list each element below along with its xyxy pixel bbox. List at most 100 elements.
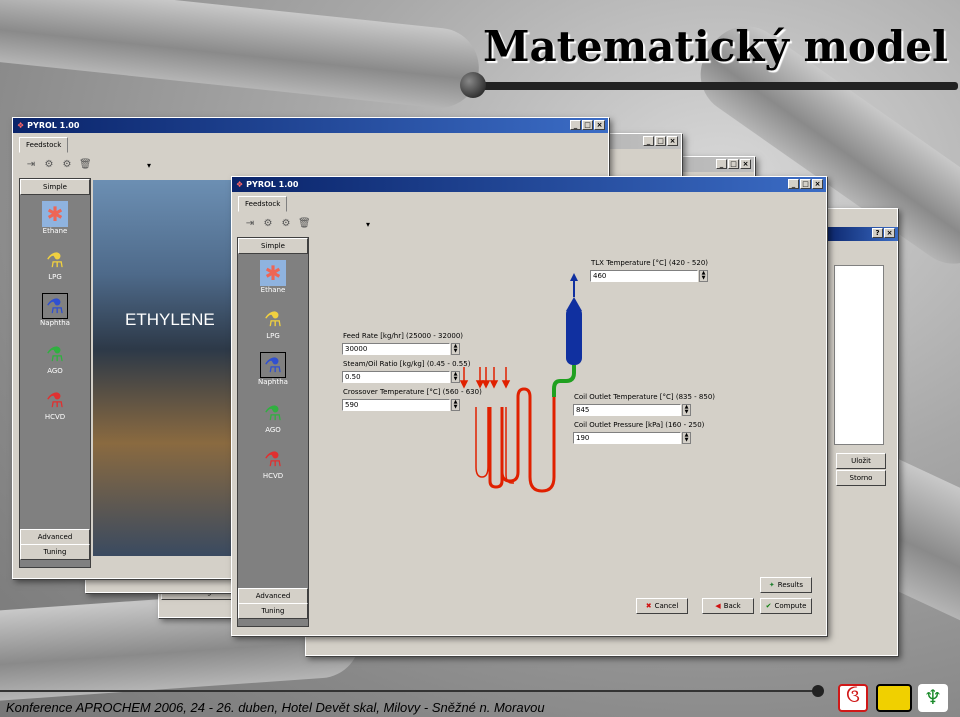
- cancel-icon: ✖: [645, 602, 652, 610]
- maximize-button[interactable]: □: [800, 179, 811, 189]
- maximize-button[interactable]: □: [655, 136, 666, 146]
- sidebar-tuning[interactable]: Tuning: [20, 544, 90, 560]
- main-window: ❖ PYROL 1.00 _ □ × Feedstock ⇥ ⚙ ⚙ 🗑 ▾ S…: [231, 176, 827, 636]
- feed-ago[interactable]: ⚗ AGO: [20, 341, 90, 375]
- sidebar: Simple ✱ Ethane ⚗ LPG ⚗ Naphtha ⚗ AGO ⚗ HCVD …: [19, 178, 91, 568]
- minimize-button[interactable]: _: [570, 120, 581, 130]
- crossover-input[interactable]: 590: [342, 399, 450, 411]
- close-button[interactable]: ×: [812, 179, 823, 189]
- minimize-button[interactable]: _: [788, 179, 799, 189]
- checkmark-icon: ✔: [765, 602, 772, 610]
- flask-blue-icon: ⚗: [260, 352, 286, 378]
- maximize-button[interactable]: □: [582, 120, 593, 130]
- flask-blue-icon: ⚗: [42, 293, 68, 319]
- steam-oil-label: Steam/Oil Ratio [kg/kg] (0.45 - 0.55): [343, 360, 471, 368]
- minimize-button[interactable]: _: [643, 136, 654, 146]
- compute-button[interactable]: ✔ Compute: [760, 598, 812, 614]
- paste-icon[interactable]: ⚙: [280, 218, 292, 230]
- slide-title: Matematický model: [482, 22, 948, 71]
- feed-hcvd[interactable]: ⚗ HCVD: [238, 446, 308, 480]
- footer-rule-knob: [812, 685, 824, 697]
- feed-ethane[interactable]: ✱ Ethane: [20, 201, 90, 235]
- app-logo-icon: ❖: [17, 121, 25, 130]
- title-bar: ❖ PYROL 1.00 _ □ ×: [13, 118, 608, 133]
- tlx-exchanger-icon: [566, 297, 582, 365]
- cancel-button[interactable]: ✖ Cancel: [636, 598, 688, 614]
- flask-red-icon: ⚗: [264, 447, 282, 471]
- toolbar-dropdown-arrow[interactable]: ▾: [366, 220, 370, 229]
- maximize-button[interactable]: □: [728, 159, 739, 169]
- feed-ago[interactable]: ⚗ AGO: [238, 400, 308, 434]
- sidebar-advanced[interactable]: Advanced: [20, 529, 90, 545]
- paste-icon[interactable]: ⚙: [61, 159, 73, 171]
- back-arrow-icon: ◀: [715, 602, 721, 610]
- toolbar: ⇥ ⚙ ⚙ 🗑 ▾: [232, 214, 826, 234]
- tlx-spinner[interactable]: ▲ ▼: [699, 270, 708, 282]
- title-rule: [480, 82, 958, 90]
- feed-rate-label: Feed Rate [kg/hr] (25000 - 32000): [343, 332, 464, 340]
- delete-icon[interactable]: 🗑: [298, 218, 311, 230]
- toolbar: ⇥ ⚙ ⚙ 🗑 ▾: [13, 155, 608, 175]
- ethylene-banner: ETHYLENE: [125, 310, 215, 329]
- flask-yellow-icon: ⚗: [264, 307, 282, 331]
- copy-icon[interactable]: ⚙: [262, 218, 274, 230]
- back-button[interactable]: ◀ Back: [702, 598, 754, 614]
- tab-feedstock[interactable]: Feedstock: [238, 196, 288, 212]
- help-button[interactable]: ?: [872, 228, 883, 238]
- close-button[interactable]: ×: [594, 120, 605, 130]
- ethane-molecule-icon: ✱: [260, 260, 286, 286]
- minimize-button[interactable]: _: [716, 159, 727, 169]
- window-title: PYROL 1.00: [27, 121, 80, 130]
- yellow-company-logo: [876, 684, 912, 712]
- ethane-molecule-icon: ✱: [42, 201, 68, 227]
- green-transfer-pipe: [552, 365, 576, 397]
- tlx-label: TLX Temperature [°C] (420 - 520): [591, 259, 708, 267]
- red-company-logo: ઉ: [838, 684, 868, 712]
- flask-green-icon: ⚗: [46, 342, 64, 366]
- feed-rate-input[interactable]: 30000: [342, 343, 450, 355]
- close-button[interactable]: ×: [740, 159, 751, 169]
- green-company-logo: ♆: [918, 684, 948, 712]
- feed-inlet-arrows: [460, 367, 511, 389]
- sidebar-simple[interactable]: Simple: [20, 179, 90, 195]
- feed-hcvd[interactable]: ⚗ HCVD: [20, 387, 90, 421]
- feed-rate-spinner[interactable]: ▲ ▼: [451, 343, 460, 355]
- cop-spinner[interactable]: ▲ ▼: [682, 432, 691, 444]
- feed-naphtha[interactable]: ⚗ Naphtha: [20, 293, 90, 327]
- title-rule-knob: [460, 72, 486, 98]
- crossover-spinner[interactable]: ▲ ▼: [451, 399, 460, 411]
- steam-oil-input[interactable]: 0.50: [342, 371, 450, 383]
- radiant-coil-thin: [475, 407, 514, 484]
- toolbar-dropdown-arrow[interactable]: ▾: [147, 161, 151, 170]
- delete-icon[interactable]: 🗑: [79, 159, 92, 171]
- sidebar-tuning[interactable]: Tuning: [238, 603, 308, 619]
- feed-lpg[interactable]: ⚗ LPG: [238, 306, 308, 340]
- tab-feedstock[interactable]: Feedstock: [19, 137, 69, 153]
- dialog-list: [834, 265, 884, 445]
- sidebar-advanced[interactable]: Advanced: [238, 588, 308, 604]
- cot-spinner[interactable]: ▲ ▼: [682, 404, 691, 416]
- tlx-input[interactable]: 460: [590, 270, 698, 282]
- radiant-coil: [488, 387, 556, 493]
- feed-naphtha[interactable]: ⚗ Naphtha: [238, 352, 308, 386]
- save-button[interactable]: Uložit: [836, 453, 886, 469]
- results-button[interactable]: ✦ Results: [760, 577, 812, 593]
- app-logo-icon: ❖: [236, 180, 244, 189]
- open-icon[interactable]: ⇥: [25, 159, 37, 171]
- feed-lpg[interactable]: ⚗ LPG: [20, 247, 90, 281]
- sidebar-simple[interactable]: Simple: [238, 238, 308, 254]
- furnace-coil-diagram: [460, 273, 582, 493]
- close-button[interactable]: ×: [667, 136, 678, 146]
- flask-yellow-icon: ⚗: [46, 248, 64, 272]
- feed-ethane[interactable]: ✱ Ethane: [238, 260, 308, 294]
- flask-green-icon: ⚗: [264, 401, 282, 425]
- window-title: PYROL 1.00: [246, 180, 299, 189]
- storno-button[interactable]: Storno: [836, 470, 886, 486]
- footer-rule: [0, 690, 820, 692]
- steam-oil-spinner[interactable]: ▲ ▼: [451, 371, 460, 383]
- copy-icon[interactable]: ⚙: [43, 159, 55, 171]
- sidebar: Simple ✱ Ethane ⚗ LPG ⚗ Naphtha ⚗ AGO ⚗ HCVD …: [237, 237, 309, 627]
- background-pipe: [0, 0, 483, 112]
- open-icon[interactable]: ⇥: [244, 218, 256, 230]
- close-button[interactable]: ×: [884, 228, 895, 238]
